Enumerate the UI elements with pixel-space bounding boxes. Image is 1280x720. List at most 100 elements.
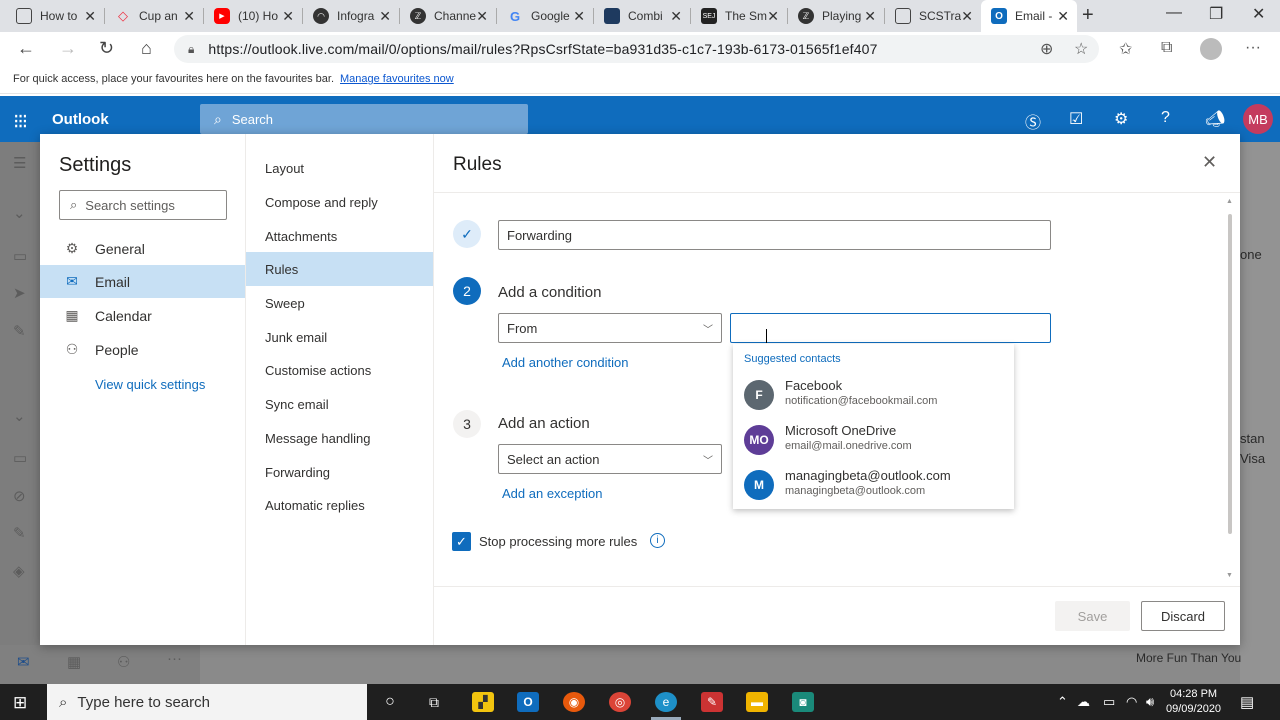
subcategory-sweep[interactable]: Sweep [246,286,433,320]
mail-icon[interactable]: ✉ [17,653,30,671]
hamburger-icon[interactable]: ☰ [13,154,26,172]
browser-tab[interactable]: SEJ The Sm ✕ [691,0,787,32]
pencil-icon[interactable]: ✎ [13,524,26,542]
volume-icon[interactable]: 🔊︎ [1146,694,1154,710]
skype-icon[interactable]: Ⓢ [1025,109,1041,133]
search-settings-input[interactable]: ⌕ Search settings [59,190,227,220]
settings-category-people[interactable]: ⚇ People [40,333,245,366]
more-icon[interactable]: ··· [167,650,182,667]
manage-favourites-link[interactable]: Manage favourites now [340,73,454,85]
block-icon[interactable]: ⊘ [13,487,26,505]
view-quick-settings-link[interactable]: View quick settings [95,377,205,392]
close-tab-icon[interactable]: ✕ [767,8,779,25]
minimize-icon[interactable]: — [1166,4,1182,22]
close-tab-icon[interactable]: ✕ [961,8,973,25]
close-tab-icon[interactable]: ✕ [84,8,96,25]
contact-suggestion[interactable]: M managingbeta@outlook.com managingbeta@… [733,464,1014,508]
forward-icon[interactable]: → [59,38,77,59]
collections-icon[interactable]: ⧉ [1161,39,1172,57]
app-name[interactable]: Outlook [52,111,109,128]
favourites-icon[interactable]: ✩ [1119,39,1132,59]
action-dropdown[interactable]: Select an action ﹀ [498,444,722,474]
taskbar-search-box[interactable]: ⌕ Type here to search [47,684,367,720]
app-launcher-icon[interactable]: ⁝⁝⁝ [13,109,28,134]
settings-category-general[interactable]: ⚙ General [40,232,245,265]
close-icon[interactable]: ✕ [1202,152,1217,173]
cortana-icon[interactable]: ○ [379,692,401,712]
from-address-input[interactable] [730,313,1051,343]
save-button[interactable]: Save [1055,601,1130,631]
browser-tab[interactable]: ◇ Cup an ✕ [105,0,203,32]
home-icon[interactable]: ⌂ [141,38,152,59]
browser-tab-active[interactable]: O Email - ✕ [981,0,1077,32]
diamond-icon[interactable]: ◈ [13,562,25,580]
contact-suggestion[interactable]: MO Microsoft OneDrive email@mail.onedriv… [733,419,1014,463]
close-tab-icon[interactable]: ✕ [1057,8,1069,25]
back-icon[interactable]: ← [17,38,35,59]
browser-tab[interactable]: G Google ✕ [497,0,593,32]
subcategory-message-handling[interactable]: Message handling [246,421,433,455]
chevron-down-icon[interactable]: ⌄ [13,407,26,425]
app-icon[interactable]: ◙ [792,692,814,712]
subcategory-customise-actions[interactable]: Customise actions [246,353,433,387]
info-icon[interactable]: i [650,533,665,548]
rule-name-field[interactable]: Forwarding [498,220,1051,250]
close-window-icon[interactable]: ✕ [1252,4,1265,24]
send-icon[interactable]: ➤ [13,284,26,302]
add-exception-link[interactable]: Add an exception [502,486,602,501]
wifi-icon[interactable]: ◠ [1126,694,1137,710]
close-tab-icon[interactable]: ✕ [379,8,391,25]
profile-avatar[interactable] [1200,38,1222,60]
browser-tab[interactable]: SCSTra ✕ [885,0,981,32]
close-tab-icon[interactable]: ✕ [183,8,195,25]
browser-tab[interactable]: How to ✕ [6,0,104,32]
subcategory-layout[interactable]: Layout [246,151,433,185]
browser-tab[interactable]: ℤ Channe ✕ [400,0,496,32]
battery-icon[interactable]: ▭ [1103,694,1115,710]
file-explorer-icon[interactable]: ▬ [746,692,768,712]
stop-processing-checkbox[interactable]: ✓ [452,532,471,551]
megaphone-icon[interactable]: 📣︎ [1205,109,1225,129]
task-view-icon[interactable]: ⧉ [423,692,445,712]
browser-tab[interactable]: ℤ Playing ✕ [788,0,884,32]
close-tab-icon[interactable]: ✕ [573,8,585,25]
edge-icon[interactable]: e [655,692,677,712]
subcategory-sync-email[interactable]: Sync email [246,387,433,421]
calendar-icon[interactable]: ▦ [67,653,81,671]
taskbar-clock[interactable]: 04:28 PM 09/09/2020 [1166,687,1221,717]
scroll-up-icon[interactable]: ▲ [1226,198,1233,205]
condition-dropdown[interactable]: From ﹀ [498,313,722,343]
subcategory-junk-email[interactable]: Junk email [246,320,433,354]
chevron-up-icon[interactable]: ⌃ [1057,694,1068,710]
mail-search-box[interactable]: ⌕ Search [200,104,528,134]
refresh-icon[interactable]: ↻ [99,38,114,59]
close-tab-icon[interactable]: ✕ [476,8,488,25]
close-tab-icon[interactable]: ✕ [282,8,294,25]
people-icon[interactable]: ⚇ [117,653,130,671]
archive-icon[interactable]: ▭ [13,449,27,467]
outlook-app-icon[interactable]: O [517,692,539,712]
notification-icon[interactable]: ▤ [1240,693,1254,711]
sticky-notes-icon[interactable]: ▞ [472,692,494,712]
subcategory-rules[interactable]: Rules [246,252,433,286]
my-day-icon[interactable]: ☑ [1069,109,1083,129]
subcategory-compose-reply[interactable]: Compose and reply [246,185,433,219]
add-condition-link[interactable]: Add another condition [502,355,628,370]
close-tab-icon[interactable]: ✕ [670,8,682,25]
browser-tab[interactable]: ◠ Infogra ✕ [303,0,399,32]
pencil-icon[interactable]: ✎ [13,322,26,340]
subcategory-automatic-replies[interactable]: Automatic replies [246,488,433,522]
more-icon[interactable]: ··· [1245,39,1261,57]
subcategory-attachments[interactable]: Attachments [246,219,433,253]
contact-suggestion[interactable]: F Facebook notification@facebookmail.com [733,374,1014,418]
windows-start-icon[interactable]: ⊞ [13,693,27,713]
app-icon[interactable]: ✎ [701,692,723,712]
settings-category-email[interactable]: ✉ Email [40,265,245,298]
discard-button[interactable]: Discard [1141,601,1225,631]
browser-tab[interactable]: ▶ (10) Ho ✕ [204,0,302,32]
maximize-icon[interactable]: ❐ [1209,4,1223,24]
scroll-down-icon[interactable]: ▼ [1226,572,1233,579]
gear-icon[interactable]: ⚙ [1114,109,1128,129]
chevron-down-icon[interactable]: ⌄ [13,204,26,222]
inbox-icon[interactable]: ▭ [13,247,27,265]
